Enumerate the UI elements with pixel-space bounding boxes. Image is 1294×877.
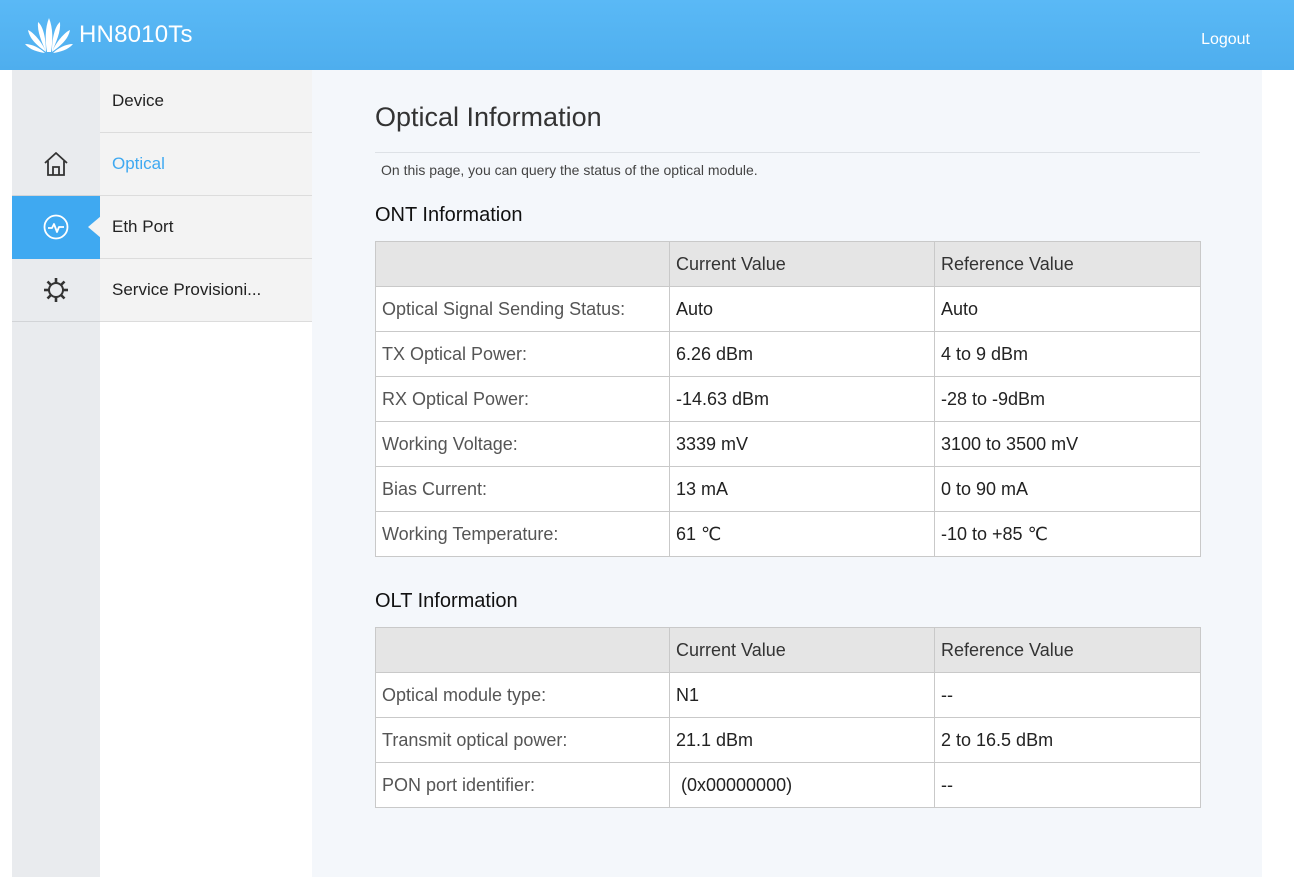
top-header: HN8010Ts Logout: [0, 0, 1294, 70]
column-header-current: Current Value: [669, 627, 935, 673]
submenu-panel: Device Optical Eth Port Service Provisio…: [100, 70, 312, 877]
row-label: RX Optical Power:: [375, 376, 670, 422]
column-header: [375, 627, 670, 673]
table-row: Bias Current: 13 mA 0 to 90 mA: [375, 466, 1201, 512]
icon-rail: [12, 70, 101, 877]
reference-value: 4 to 9 dBm: [934, 331, 1201, 377]
rail-home-button[interactable]: [12, 133, 100, 196]
row-label: Bias Current:: [375, 466, 670, 512]
current-value: N1: [669, 672, 935, 718]
pulse-icon: [43, 214, 69, 240]
table-header-row: Current Value Reference Value: [375, 627, 1201, 673]
page-title: Optical Information: [375, 102, 602, 132]
reference-value: -10 to +85 ℃: [934, 511, 1201, 557]
table-row: Optical Signal Sending Status: Auto Auto: [375, 286, 1201, 332]
logout-link[interactable]: Logout: [1201, 30, 1250, 50]
gear-icon: [44, 278, 68, 302]
row-label: Transmit optical power:: [375, 717, 670, 763]
column-header: [375, 241, 670, 287]
olt-section-title: OLT Information: [375, 590, 518, 612]
reference-value: --: [934, 672, 1201, 718]
page-description: On this page, you can query the status o…: [381, 162, 758, 178]
olt-info-table: Current Value Reference Value Optical mo…: [375, 627, 1201, 808]
column-header-current: Current Value: [669, 241, 935, 287]
table-row: Working Temperature: 61 ℃ -10 to +85 ℃: [375, 511, 1201, 557]
table-row: Optical module type: N1 --: [375, 672, 1201, 718]
ont-section-title: ONT Information: [375, 204, 523, 226]
menu-item-eth-port[interactable]: Eth Port: [100, 196, 312, 259]
reference-value: -28 to -9dBm: [934, 376, 1201, 422]
reference-value: 0 to 90 mA: [934, 466, 1201, 512]
row-label: PON port identifier:: [375, 762, 670, 808]
main-content: Optical Information On this page, you ca…: [312, 70, 1262, 877]
home-icon: [44, 152, 68, 176]
table-header-row: Current Value Reference Value: [375, 241, 1201, 287]
column-header-reference: Reference Value: [934, 241, 1201, 287]
rail-settings-button[interactable]: [12, 259, 100, 322]
reference-value: 2 to 16.5 dBm: [934, 717, 1201, 763]
ont-info-table: Current Value Reference Value Optical Si…: [375, 241, 1201, 557]
reference-value: --: [934, 762, 1201, 808]
right-gutter: [1262, 70, 1294, 877]
menu-item-optical[interactable]: Optical: [100, 133, 312, 196]
table-row: RX Optical Power: -14.63 dBm -28 to -9dB…: [375, 376, 1201, 422]
menu-item-device[interactable]: Device: [100, 70, 312, 133]
row-label: Working Temperature:: [375, 511, 670, 557]
current-value: 3339 mV: [669, 421, 935, 467]
reference-value: 3100 to 3500 mV: [934, 421, 1201, 467]
title-divider: [375, 152, 1200, 153]
current-value: 21.1 dBm: [669, 717, 935, 763]
table-row: TX Optical Power: 6.26 dBm 4 to 9 dBm: [375, 331, 1201, 377]
column-header-reference: Reference Value: [934, 627, 1201, 673]
row-label: Optical module type:: [375, 672, 670, 718]
current-value: 6.26 dBm: [669, 331, 935, 377]
current-value: 13 mA: [669, 466, 935, 512]
current-value: -14.63 dBm: [669, 376, 935, 422]
row-label: Optical Signal Sending Status:: [375, 286, 670, 332]
menu-item-service-provisioning[interactable]: Service Provisioni...: [100, 259, 312, 322]
table-row: PON port identifier: (0x00000000) --: [375, 762, 1201, 808]
table-row: Working Voltage: 3339 mV 3100 to 3500 mV: [375, 421, 1201, 467]
current-value: 61 ℃: [669, 511, 935, 557]
reference-value: Auto: [934, 286, 1201, 332]
current-value: (0x00000000): [669, 762, 935, 808]
huawei-logo-icon: [25, 18, 73, 53]
device-model-title: HN8010Ts: [79, 21, 193, 48]
current-value: Auto: [669, 286, 935, 332]
row-label: Working Voltage:: [375, 421, 670, 467]
rail-status-button[interactable]: [12, 196, 101, 259]
table-row: Transmit optical power: 21.1 dBm 2 to 16…: [375, 717, 1201, 763]
row-label: TX Optical Power:: [375, 331, 670, 377]
